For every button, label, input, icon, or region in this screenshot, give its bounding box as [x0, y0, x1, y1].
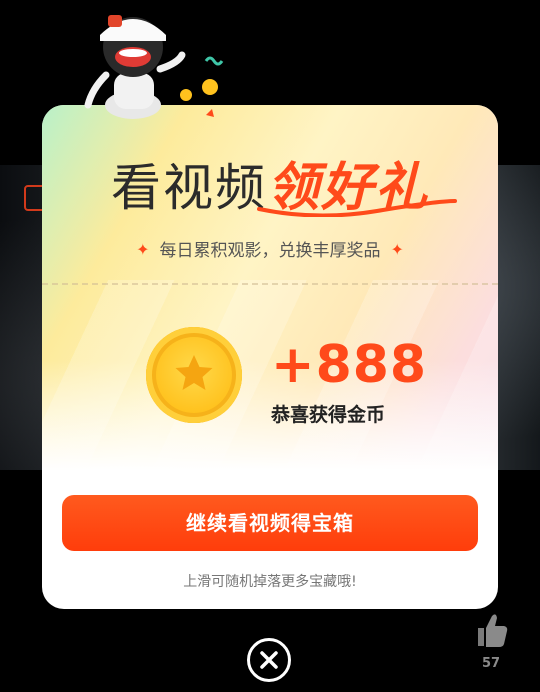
title-swoosh [257, 199, 457, 217]
close-button[interactable] [247, 638, 291, 682]
continue-watching-button[interactable]: 继续看视频得宝箱 [62, 495, 478, 551]
close-icon [260, 651, 278, 669]
reward-label: 恭喜获得金币 [271, 404, 386, 426]
modal-subtitle: ✦ 每日累积观影，兑换丰厚奖品 ✦ [42, 236, 498, 261]
reward-modal: 看视频领好礼 ✦ 每日累积观影，兑换丰厚奖品 ✦ +888 恭喜获得金币 继续看视频… [42, 105, 498, 609]
like-count: 57 [481, 656, 501, 671]
divider [42, 283, 498, 285]
reward-amount: +888 [271, 335, 428, 395]
star-coin-icon [146, 327, 242, 423]
subtitle-text: 每日累积观影，兑换丰厚奖品 [159, 241, 381, 261]
mascot-illustration [84, 15, 224, 119]
title-plain: 看视频 [110, 159, 267, 217]
thumb-up-icon[interactable] [474, 610, 508, 650]
sparkle-icon: ✦ [136, 240, 150, 259]
sparkle-icon: ✦ [390, 240, 404, 259]
swipe-hint: 上滑可随机掉落更多宝藏哦! [183, 574, 357, 590]
